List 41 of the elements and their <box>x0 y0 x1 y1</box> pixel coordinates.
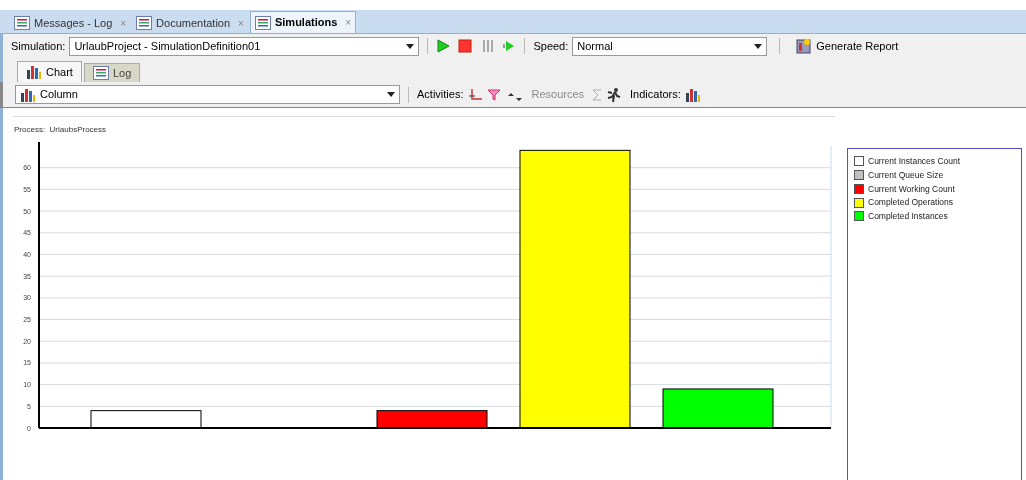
speed-label: Speed: <box>533 38 569 54</box>
editor-tab[interactable]: Simulations × <box>249 11 357 33</box>
running-figure-icon[interactable] <box>606 86 623 103</box>
play-icon[interactable] <box>436 39 451 53</box>
chart-icon <box>26 65 42 79</box>
view-tab[interactable]: Log <box>83 63 141 82</box>
list-icon <box>14 16 30 30</box>
list-icon <box>92 66 109 80</box>
legend-label: Current Working Count <box>868 182 955 196</box>
speed-dropdown[interactable]: Normal <box>572 36 768 56</box>
generate-report-button[interactable]: Generate Report <box>792 37 903 55</box>
chart-type-value: Column <box>40 87 78 103</box>
list-icon <box>254 15 271 30</box>
simulation-dropdown[interactable]: UrlaubProject - SimulationDefinition01 <box>69 36 420 56</box>
process-label: Process: UrlaubsProcess <box>14 124 108 136</box>
editor-tab[interactable]: Messages - Log × <box>10 13 131 33</box>
list-icon <box>136 16 153 30</box>
indicators-label: Indicators: <box>630 87 681 103</box>
tab-label: Documentation <box>156 15 231 31</box>
sigma-icon[interactable] <box>592 87 603 102</box>
dropdown-caret-icon <box>406 43 415 49</box>
activities-label: Activities: <box>417 87 464 103</box>
chart-type-dropdown[interactable]: Column <box>15 85 400 104</box>
legend-label: Completed Operations <box>868 196 954 209</box>
resources-label: Resources <box>530 87 586 103</box>
legend-label: Completed Instances <box>868 210 948 223</box>
legend-label: Current Instances Count <box>868 155 961 168</box>
pause-icon[interactable] <box>480 39 495 53</box>
report-icon <box>796 38 813 54</box>
editor-tab[interactable]: Documentation × <box>132 13 248 33</box>
legend-label: Current Queue Size <box>868 168 944 182</box>
column-chart-icon <box>20 87 36 102</box>
axis-icon[interactable] <box>467 87 484 102</box>
tab-label: Simulations <box>274 15 338 31</box>
dropdown-caret-icon <box>387 92 395 97</box>
tab-label: Messages - Log <box>34 15 113 31</box>
indicators-icon <box>684 87 701 102</box>
stop-icon[interactable] <box>458 39 473 53</box>
view-tab[interactable]: Chart <box>17 61 82 82</box>
simulation-label: Simulation: <box>11 38 66 54</box>
dropdown-caret-icon <box>754 43 763 49</box>
